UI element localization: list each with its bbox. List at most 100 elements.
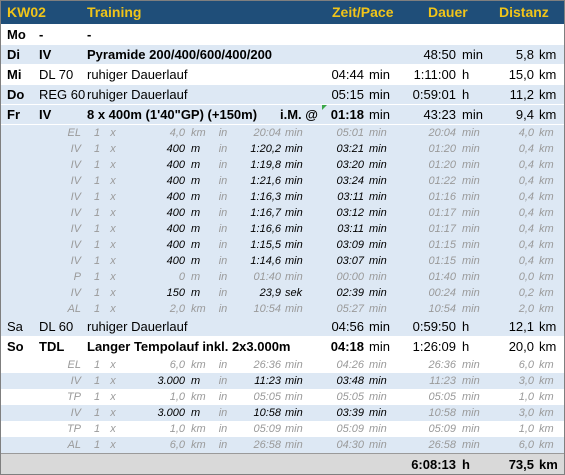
detail-row[interactable]: IV 1 x 400 m in 1:19,8 min 03:20 min 01:20 min 0,4 km xyxy=(1,157,564,173)
detail-pu: min xyxy=(369,303,387,315)
detail-dauer: 20:04 xyxy=(428,127,456,139)
header-training[interactable]: Training xyxy=(87,1,141,24)
detail-tu: min xyxy=(285,239,303,251)
detail-unit: km xyxy=(191,303,206,315)
day-label: Fr xyxy=(7,107,20,122)
detail-amt: 3.000 xyxy=(157,375,185,387)
detail-in: in xyxy=(218,271,228,283)
detail-amt: 150 xyxy=(166,287,185,299)
detail-time: 1:14,6 xyxy=(250,255,281,267)
day-label: So xyxy=(7,339,24,354)
detail-time: 1:21,6 xyxy=(250,175,281,187)
detail-row[interactable]: EL 1 x 6,0 km in 26:36 min 04:26 min 26:36 min 6,0 km xyxy=(1,357,564,373)
day-row-di[interactable]: Di IV Pyramide 200/400/600/400/200 48:50… xyxy=(1,45,564,64)
detail-pace: 03:39 xyxy=(336,407,364,419)
detail-dsu: km xyxy=(539,423,554,435)
header-dauer[interactable]: Dauer xyxy=(428,1,468,24)
training-code: - xyxy=(39,27,44,42)
detail-type: IV xyxy=(70,143,81,155)
detail-row[interactable]: AL 1 x 2,0 km in 10:54 min 05:27 min 10:54 min 2,0 km xyxy=(1,301,564,317)
header-distanz[interactable]: Distanz xyxy=(499,1,549,24)
detail-du: min xyxy=(462,143,480,155)
detail-dsu: km xyxy=(539,303,554,315)
detail-dist: 0,2 xyxy=(518,287,534,299)
detail-x: x xyxy=(110,271,116,283)
detail-in: in xyxy=(218,255,228,267)
day-row-fr[interactable]: Fr IV 8 x 400m (1'40"GP) (+150m) i.M. @ … xyxy=(1,105,564,124)
detail-x: x xyxy=(110,439,116,451)
detail-amt: 400 xyxy=(166,191,185,203)
detail-x: x xyxy=(110,255,116,267)
detail-amt: 400 xyxy=(166,239,185,251)
detail-x: x xyxy=(110,303,116,315)
detail-pu: min xyxy=(369,143,387,155)
detail-unit: m xyxy=(191,191,201,203)
detail-du: min xyxy=(462,303,480,315)
day-row-do[interactable]: Do REG 60 ruhiger Dauerlauf 05:15 min 0:… xyxy=(1,85,564,104)
duration-unit: h xyxy=(462,339,470,354)
detail-row[interactable]: IV 1 x 150 m in 23,9 sek 02:39 min 00:24 min 0,2 km xyxy=(1,285,564,301)
detail-du: min xyxy=(462,175,480,187)
detail-unit: m xyxy=(191,223,201,235)
detail-pu: min xyxy=(369,207,387,219)
detail-x: x xyxy=(110,207,116,219)
training-code: REG 60 xyxy=(39,87,86,102)
detail-row[interactable]: EL 1 x 4,0 km in 20:04 min 05:01 min 20:04 min 4,0 km xyxy=(1,125,564,141)
day-row-sa[interactable]: Sa DL 60 ruhiger Dauerlauf 04:56 min 0:5… xyxy=(1,317,564,336)
detail-row[interactable]: IV 1 x 400 m in 1:16,7 min 03:12 min 01:17 min 0,4 km xyxy=(1,205,564,221)
detail-pu: min xyxy=(369,423,387,435)
day-row-so[interactable]: So TDL Langer Tempolauf inkl. 2x3.000m 0… xyxy=(1,337,564,356)
detail-row[interactable]: TP 1 x 1,0 km in 05:09 min 05:09 min 05:09 min 1,0 km xyxy=(1,421,564,437)
detail-row[interactable]: IV 1 x 400 m in 1:15,5 min 03:09 min 01:15 min 0,4 km xyxy=(1,237,564,253)
detail-amt: 400 xyxy=(166,143,185,155)
detail-dist: 0,4 xyxy=(518,191,534,203)
detail-row[interactable]: IV 1 x 400 m in 1:16,3 min 03:11 min 01:16 min 0,4 km xyxy=(1,189,564,205)
detail-amt: 400 xyxy=(166,255,185,267)
detail-in: in xyxy=(218,127,228,139)
detail-row[interactable]: P 1 x 0 m in 01:40 min 00:00 min 01:40 min 0,0 km xyxy=(1,269,564,285)
detail-pace: 04:30 xyxy=(336,439,364,451)
detail-dauer: 01:17 xyxy=(428,223,456,235)
distance-value: 20,0 xyxy=(508,339,534,354)
detail-pace: 02:39 xyxy=(336,287,364,299)
total-row[interactable]: 6:08:13 h 73,5 km xyxy=(1,453,564,474)
detail-row[interactable]: IV 1 x 400 m in 1:14,6 min 03:07 min 01:15 min 0,4 km xyxy=(1,253,564,269)
detail-row[interactable]: IV 1 x 400 m in 1:21,6 min 03:24 min 01:22 min 0,4 km xyxy=(1,173,564,189)
detail-type: AL xyxy=(67,439,81,451)
detail-pu: min xyxy=(369,359,387,371)
detail-amt: 4,0 xyxy=(169,127,185,139)
day-row-mi[interactable]: Mi DL 70 ruhiger Dauerlauf 04:44 min 1:1… xyxy=(1,65,564,84)
detail-time: 23,9 xyxy=(259,287,281,299)
detail-row[interactable]: AL 1 x 6,0 km in 26:58 min 04:30 min 26:58 min 6,0 km xyxy=(1,437,564,453)
detail-dsu: km xyxy=(539,287,554,299)
detail-row[interactable]: IV 1 x 400 m in 1:20,2 min 03:21 min 01:20 min 0,4 km xyxy=(1,141,564,157)
detail-type: IV xyxy=(70,159,81,171)
detail-unit: km xyxy=(191,127,206,139)
detail-pace: 03:21 xyxy=(336,143,364,155)
detail-unit: km xyxy=(191,423,206,435)
header-kw[interactable]: KW02 xyxy=(7,1,46,24)
detail-du: min xyxy=(462,375,480,387)
detail-unit: km xyxy=(191,439,206,451)
detail-row[interactable]: IV 1 x 3.000 m in 10:58 min 03:39 min 10:58 min 3,0 k… xyxy=(1,405,564,421)
detail-in: in xyxy=(218,143,228,155)
detail-pu: min xyxy=(369,391,387,403)
detail-in: in xyxy=(218,375,228,387)
detail-x: x xyxy=(110,359,116,371)
detail-row[interactable]: IV 1 x 400 m in 1:16,6 min 03:11 min 01:17 min 0,4 km xyxy=(1,221,564,237)
detail-dsu: km xyxy=(539,175,554,187)
detail-time: 20:04 xyxy=(253,127,281,139)
detail-du: min xyxy=(462,239,480,251)
detail-dist: 0,4 xyxy=(518,207,534,219)
day-row-mo[interactable]: Mo - - xyxy=(1,25,564,44)
day-label: Di xyxy=(7,47,20,62)
detail-row[interactable]: IV 1 x 3.000 m in 11:23 min 03:48 min 11:23 min 3,0 k… xyxy=(1,373,564,389)
detail-type: P xyxy=(73,271,81,283)
distance-value: 11,2 xyxy=(509,87,534,102)
detail-n: 1 xyxy=(93,287,101,299)
detail-x: x xyxy=(110,391,116,403)
header-zeit-pace[interactable]: Zeit/Pace xyxy=(332,1,393,24)
duration-unit: min xyxy=(462,47,483,62)
detail-row[interactable]: TP 1 x 1,0 km in 05:05 min 05:05 min 05:05 min 1,0 km xyxy=(1,389,564,405)
detail-unit: m xyxy=(191,175,201,187)
